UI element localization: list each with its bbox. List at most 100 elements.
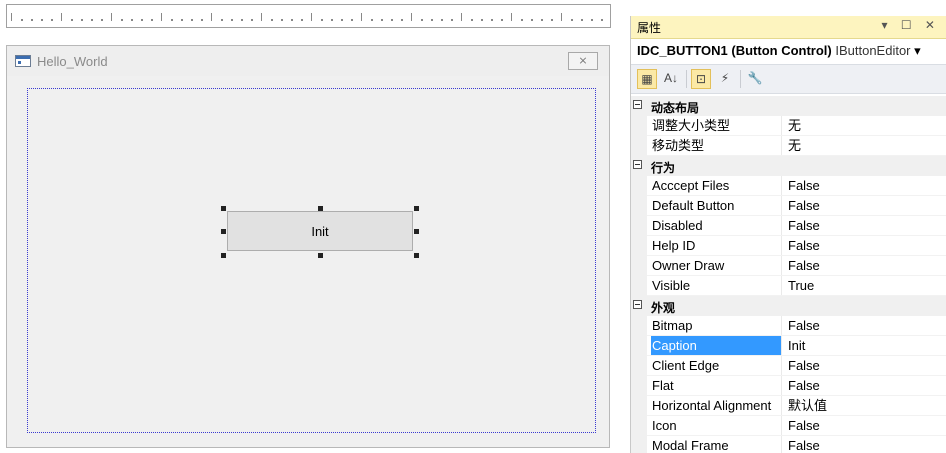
events-icon[interactable]: ⚡ [715,69,735,89]
dialog-titlebar: Hello_World ⨯ [7,46,609,76]
property-row[interactable]: Caption Init [631,336,946,356]
property-value[interactable]: 默认值 [788,396,827,416]
ruler-major-tick [211,13,212,21]
properties-panel: 属性 ▾ ☐ ✕ IDC_BUTTON1 (Button Control) IB… [630,16,946,453]
property-value[interactable]: False [788,196,820,216]
dialog-client-area[interactable] [27,88,596,433]
ruler-minor-tick [331,19,333,21]
toolbar-separator [686,70,687,88]
ruler-major-tick [111,13,112,21]
collapse-icon[interactable] [633,300,642,309]
ruler-minor-tick [601,19,603,21]
property-name: 调整大小类型 [651,116,782,136]
property-row[interactable]: Default Button False [631,196,946,216]
row-margin [631,336,647,356]
row-margin [631,356,647,376]
resize-handle-sw[interactable] [221,253,226,258]
row-margin [631,436,647,453]
property-value[interactable]: False [788,256,820,276]
ruler-minor-tick [281,19,283,21]
property-row[interactable]: 调整大小类型无 [631,116,946,136]
object-selector[interactable]: IDC_BUTTON1 (Button Control) IButtonEdit… [637,43,946,63]
collapse-icon[interactable] [633,100,642,109]
ruler-major-tick [11,13,12,21]
resize-handle-ne[interactable] [414,206,419,211]
resize-handle-w[interactable] [221,229,226,234]
property-value[interactable]: 无 [788,116,801,136]
resize-handle-e[interactable] [414,229,419,234]
dialog-close-button[interactable]: ⨯ [568,52,598,70]
property-row[interactable]: Client Edge False [631,356,946,376]
properties-header: 属性 ▾ ☐ ✕ [631,16,946,39]
category-row[interactable]: 动态布局 [631,96,946,116]
ruler-minor-tick [181,19,183,21]
ruler-minor-tick [251,19,253,21]
property-row[interactable]: 移动类型无 [631,136,946,156]
ruler-minor-tick [21,19,23,21]
property-value[interactable]: False [788,316,820,336]
alphabetical-icon[interactable]: A↓ [661,69,681,89]
resize-handle-n[interactable] [318,206,323,211]
property-value[interactable]: Init [788,336,805,356]
ruler-major-tick [311,13,312,21]
category-row[interactable]: 行为 [631,156,946,176]
ruler-minor-tick [301,19,303,21]
property-row[interactable]: Flat False [631,376,946,396]
row-margin [631,256,647,276]
property-row[interactable]: Horizontal Alignment 默认值 [631,396,946,416]
property-value[interactable]: False [788,356,820,376]
property-value[interactable]: False [788,376,820,396]
property-name: Help ID [651,236,782,256]
row-margin [631,236,647,256]
property-row[interactable]: Visible True [631,276,946,296]
property-value[interactable]: False [788,236,820,256]
init-button[interactable]: Init [227,211,413,251]
ruler-major-tick [361,13,362,21]
ruler-minor-tick [171,19,173,21]
property-row[interactable]: Acccept Files False [631,176,946,196]
properties-title: 属性 [637,21,662,35]
property-row[interactable]: Modal Frame False [631,436,946,453]
resize-handle-nw[interactable] [221,206,226,211]
property-row[interactable]: Bitmap False [631,316,946,336]
property-name: Caption [651,336,782,356]
property-value[interactable]: False [788,176,820,196]
category-label: 动态布局 [651,101,700,115]
ruler-minor-tick [581,19,583,21]
ruler-minor-tick [101,19,103,21]
category-row[interactable]: 外观 [631,296,946,316]
row-margin [631,196,647,216]
properties-toolbar: ▦ A↓ ⊡ ⚡ 🔧 [631,64,946,94]
categorized-icon[interactable]: ▦ [637,69,657,89]
property-row[interactable]: Owner Draw False [631,256,946,276]
ruler-major-tick [561,13,562,21]
property-value[interactable]: False [788,416,820,436]
property-name: Owner Draw [651,256,782,276]
ruler-minor-tick [141,19,143,21]
row-margin [631,116,647,136]
property-value[interactable]: False [788,216,820,236]
ruler-minor-tick [341,19,343,21]
property-row[interactable]: Help ID False [631,236,946,256]
ruler-minor-tick [441,19,443,21]
ruler-minor-tick [401,19,403,21]
window-controls[interactable]: ▾ ☐ ✕ [881,18,940,32]
property-value[interactable]: False [788,436,820,453]
ruler-minor-tick [521,19,523,21]
collapse-icon[interactable] [633,160,642,169]
object-dropdown-icon[interactable]: ▾ [914,43,921,58]
property-row[interactable]: Disabled False [631,216,946,236]
property-name: Flat [651,376,782,396]
resize-handle-se[interactable] [414,253,419,258]
property-name: Icon [651,416,782,436]
property-value[interactable]: True [788,276,814,296]
property-value[interactable]: 无 [788,136,801,156]
category-label: 外观 [651,301,676,315]
ruler-minor-tick [241,19,243,21]
property-row[interactable]: Icon False [631,416,946,436]
resize-handle-s[interactable] [318,253,323,258]
ruler-minor-tick [291,19,293,21]
properties-icon[interactable]: ⊡ [691,69,711,89]
property-name: Bitmap [651,316,782,336]
property-pages-icon[interactable]: 🔧 [745,69,765,89]
